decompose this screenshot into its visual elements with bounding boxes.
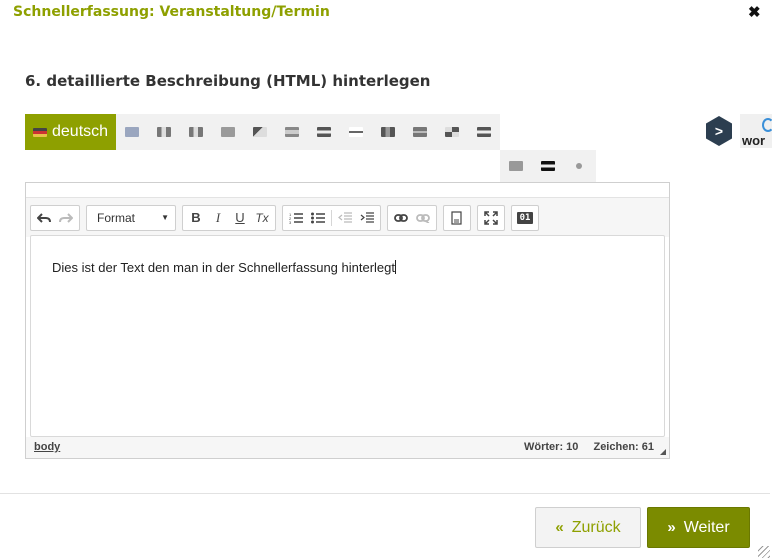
flag-striped-icon[interactable]: [349, 127, 363, 137]
back-button-label: Zurück: [571, 518, 621, 536]
maximize-icon[interactable]: [480, 207, 502, 229]
deepl-logo-icon: >: [706, 116, 732, 146]
flag-spanish-icon[interactable]: [285, 127, 299, 137]
text-style-group: B I U Tx: [182, 204, 276, 231]
dialog-title: Schnellerfassung: Veranstaltung/Termin: [13, 4, 330, 20]
element-path[interactable]: body: [34, 441, 60, 453]
resize-grip-icon[interactable]: [660, 449, 666, 455]
section-title: 6. detaillierte Beschreibung (HTML) hint…: [25, 72, 431, 90]
outdent-icon[interactable]: [334, 207, 356, 229]
language-tab-deutsch[interactable]: deutsch: [25, 114, 116, 150]
back-button[interactable]: « Zurück: [535, 507, 641, 548]
bold-button[interactable]: B: [185, 207, 207, 229]
flag-dot-icon[interactable]: [576, 163, 582, 169]
flag-swedish-icon[interactable]: [413, 127, 427, 137]
indent-icon[interactable]: [356, 207, 378, 229]
svg-text:3: 3: [289, 220, 292, 224]
italic-button[interactable]: I: [207, 207, 229, 229]
link-icon[interactable]: [390, 207, 412, 229]
editor-toolbar: Format ▼ B I U Tx 123 01: [26, 197, 669, 237]
bullet-list-icon[interactable]: [307, 207, 329, 229]
language-tab-label: deutsch: [52, 123, 109, 140]
numbered-list-icon[interactable]: 123: [285, 207, 307, 229]
flag-belgium-icon[interactable]: [381, 127, 395, 137]
editor-statusbar: body Wörter: 10 Zeichen: 61: [26, 437, 669, 458]
underline-button[interactable]: U: [229, 207, 251, 229]
double-chevron-left-icon: «: [555, 519, 564, 536]
dialog-resize-icon[interactable]: [758, 546, 770, 558]
flag-gray-icon[interactable]: [221, 127, 235, 137]
flag-italian-icon[interactable]: [189, 127, 203, 137]
flag-grid-icon[interactable]: [445, 127, 459, 137]
format-dropdown[interactable]: Format ▼: [86, 204, 176, 231]
word-count-chars: Zeichen: 61: [593, 441, 654, 453]
flag-english-icon[interactable]: [125, 127, 139, 137]
flag-czech-icon[interactable]: [253, 127, 267, 137]
word-count-words: Wörter: 10: [524, 441, 579, 453]
widget-text: wor: [742, 133, 766, 148]
editor-content[interactable]: Dies ist der Text den man in der Schnell…: [30, 235, 665, 437]
list-group: 123: [282, 204, 381, 231]
flag-french-icon[interactable]: [157, 127, 171, 137]
source-code-button[interactable]: 01: [514, 207, 536, 229]
next-button-label: Weiter: [683, 518, 730, 536]
footer-divider: [0, 493, 770, 494]
clear-format-button[interactable]: Tx: [251, 207, 273, 229]
view-group: [477, 204, 505, 231]
word-count: Wörter: 10 Zeichen: 61: [512, 441, 654, 453]
widget-panel: wor: [740, 114, 772, 148]
flag-turkish-icon[interactable]: [509, 161, 523, 171]
link-group: [387, 204, 437, 231]
deepl-widget[interactable]: > wor: [706, 114, 772, 148]
ring-icon: [762, 118, 772, 132]
language-tabs-row-2: [500, 150, 596, 182]
source-badge: 01: [516, 211, 534, 224]
page-break-icon[interactable]: [446, 207, 468, 229]
source-group: 01: [511, 204, 539, 231]
flag-striped-icon[interactable]: [541, 161, 555, 171]
editor-text: Dies ist der Text den man in der Schnell…: [52, 260, 396, 275]
insert-group: [443, 204, 471, 231]
language-tabs: deutsch: [25, 114, 500, 150]
double-chevron-right-icon: »: [667, 519, 676, 536]
flag-striped-icon[interactable]: [477, 127, 491, 137]
format-dropdown-label: Format: [97, 210, 136, 225]
next-button[interactable]: » Weiter: [647, 507, 750, 548]
text-caret: [395, 260, 397, 274]
history-group: [30, 204, 80, 231]
toolbar-separator: [331, 209, 332, 226]
undo-icon[interactable]: [33, 207, 55, 229]
flag-striped-icon[interactable]: [317, 127, 331, 137]
close-icon[interactable]: ✖: [748, 4, 761, 22]
unlink-icon[interactable]: [412, 207, 434, 229]
chevron-down-icon: ▼: [161, 213, 169, 222]
redo-icon[interactable]: [55, 207, 77, 229]
rich-text-editor: Format ▼ B I U Tx 123 01 Dies ist der Te…: [25, 182, 670, 459]
flag-german-icon: [33, 127, 47, 137]
